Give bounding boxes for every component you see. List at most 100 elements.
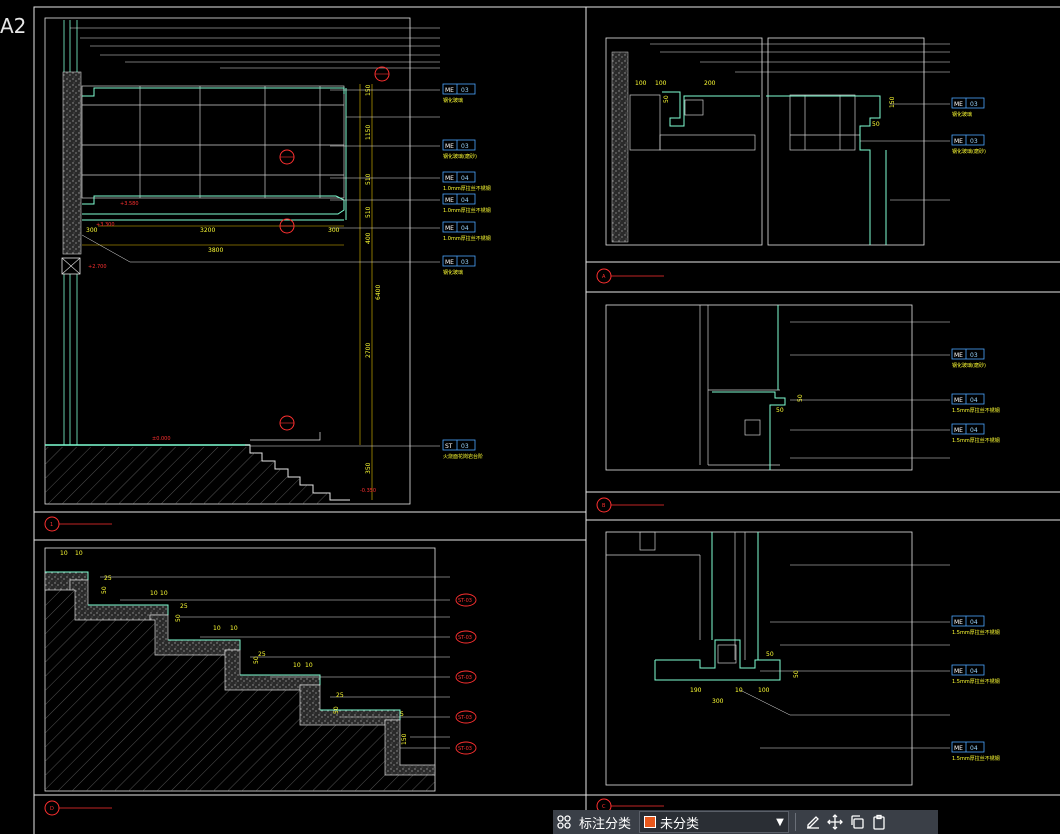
- dimension-label: 150: [401, 733, 408, 745]
- dimension-label: 10: [293, 662, 301, 669]
- material-tag-code: ME: [954, 138, 963, 145]
- edit-icon[interactable]: [802, 811, 824, 833]
- dimension-label: 25: [336, 692, 344, 699]
- clipboard-icon[interactable]: [868, 811, 890, 833]
- stair-material-tag[interactable]: ST-03: [455, 741, 477, 755]
- dimension-label: 3200: [200, 227, 215, 234]
- dimension-label: 100: [635, 80, 647, 87]
- material-tag-code: ME: [954, 668, 963, 675]
- material-tag[interactable]: ME 04 1.0mm厚拉丝不锈钢: [442, 171, 491, 192]
- material-tag-description: 1.5mm厚拉丝不锈钢: [952, 755, 1000, 762]
- layers-grid-icon[interactable]: [553, 811, 575, 833]
- material-tag[interactable]: ST 03 火烧面花岗岩台阶: [442, 439, 483, 460]
- dimension-label: 510: [365, 173, 372, 185]
- material-tag[interactable]: ME 04 1.0mm厚拉丝不锈钢: [442, 193, 491, 214]
- cad-drawing-canvas[interactable]: 1DABC ME 03钢化玻璃ME 03钢化玻璃(磨砂)ME 041.0mm厚拉丝不锈…: [0, 0, 1060, 834]
- material-tag[interactable]: ME 04 1.5mm厚拉丝不锈钢: [951, 423, 1000, 444]
- dimension-label: 50: [253, 656, 260, 664]
- move-icon[interactable]: [824, 811, 846, 833]
- material-tag-description: 1.0mm厚拉丝不锈钢: [443, 185, 491, 192]
- material-tag-number: 04: [461, 225, 469, 232]
- material-tag[interactable]: ME 04 1.0mm厚拉丝不锈钢: [442, 221, 491, 242]
- chevron-down-icon: ▼: [776, 816, 784, 828]
- level-marker: -0.350: [360, 488, 376, 494]
- material-tag[interactable]: ME 03 钢化玻璃(磨砂): [951, 134, 986, 155]
- section-marker-detail_a: A: [596, 268, 664, 284]
- dimension-label: 50: [101, 586, 108, 594]
- material-tag-code: ME: [445, 197, 454, 204]
- category-label: 标注分类: [579, 816, 632, 832]
- dimension-label: 50: [333, 706, 340, 714]
- dimension-label: 510: [365, 206, 372, 218]
- material-tag-number: 04: [461, 175, 469, 182]
- material-tag-number: 04: [970, 619, 978, 626]
- copy-icon[interactable]: [846, 811, 868, 833]
- dimension-label: 50: [797, 394, 804, 402]
- stair-tag-label: ST-03: [458, 746, 472, 752]
- section-marker-number: 1: [50, 522, 53, 528]
- detail-b-view: [605, 304, 950, 471]
- material-tags: ME 03 钢化玻璃 ME 03 钢化玻璃(磨砂) ME 04 1.0mm厚拉丝不锈钢 ME 04 1…: [442, 83, 1000, 762]
- material-tag-description: 火烧面花岗岩台阶: [443, 453, 483, 460]
- material-tag-code: ME: [445, 259, 454, 266]
- material-tag-code: ME: [954, 101, 963, 108]
- level-marker: +3.580: [120, 201, 139, 207]
- material-tag[interactable]: ME 04 1.5mm厚拉丝不锈钢: [951, 393, 1000, 414]
- material-tag[interactable]: ME 04 1.5mm厚拉丝不锈钢: [951, 615, 1000, 636]
- dimension-label: 400: [365, 232, 372, 244]
- stair-material-tag[interactable]: ST-03: [455, 630, 477, 644]
- section-marker-stair_detail: D: [44, 800, 112, 816]
- stair-tag-label: ST-03: [458, 715, 472, 721]
- dimension-label: 25: [104, 575, 112, 582]
- section-marker-number: A: [602, 274, 606, 280]
- material-tag-number: 04: [970, 745, 978, 752]
- category-select-value: 未分类: [660, 816, 700, 832]
- dimension-label: 50: [872, 121, 880, 128]
- dimension-label: 200: [704, 80, 716, 87]
- material-tag-number: 03: [970, 352, 978, 359]
- material-tag[interactable]: ME 04 1.5mm厚拉丝不锈钢: [951, 664, 1000, 685]
- material-tag-number: 03: [461, 143, 469, 150]
- dimension-label: 300: [712, 698, 724, 705]
- dimension-label: 10: [160, 590, 168, 597]
- material-tag-number: 03: [461, 87, 469, 94]
- section-marker-main_section: 1: [44, 516, 112, 532]
- material-tag[interactable]: ME 03 钢化玻璃(磨砂): [442, 139, 477, 160]
- material-tag[interactable]: ME 03 钢化玻璃: [442, 255, 476, 276]
- material-tag-code: ME: [445, 143, 454, 150]
- stair-material-tag[interactable]: ST-03: [455, 593, 477, 607]
- material-tag-description: 钢化玻璃: [952, 111, 972, 118]
- category-color-swatch: [644, 816, 657, 828]
- material-tag-description: 1.5mm厚拉丝不锈钢: [952, 678, 1000, 685]
- dimension-label: 1150: [365, 125, 372, 140]
- material-tag[interactable]: ME 03 钢化玻璃: [442, 83, 476, 104]
- section-marker-number: D: [50, 806, 54, 812]
- material-tag-code: ME: [954, 397, 963, 404]
- dimension-label: 10: [75, 550, 83, 557]
- annotation-toolbar: 标注分类 未分类 ▼: [553, 810, 938, 834]
- section-marker-number: B: [602, 503, 606, 509]
- stair-material-tag[interactable]: ST-03: [455, 670, 477, 684]
- material-tag[interactable]: ME 04 1.5mm厚拉丝不锈钢: [951, 741, 1000, 762]
- material-tag-description: 钢化玻璃: [443, 97, 463, 104]
- material-tag-description: 1.5mm厚拉丝不锈钢: [952, 629, 1000, 636]
- dimension-label: 300: [86, 227, 98, 234]
- stair-detail-view: [44, 547, 450, 792]
- dimension-label: 10: [230, 625, 238, 632]
- dimension-label: 50: [776, 407, 784, 414]
- material-tag[interactable]: ME 03 钢化玻璃(磨砂): [951, 348, 986, 369]
- dimension-label: 50: [663, 95, 670, 103]
- material-tag-description: 1.0mm厚拉丝不锈钢: [443, 235, 491, 242]
- material-tag[interactable]: ME 03 钢化玻璃: [951, 97, 985, 118]
- dimension-label: 10: [150, 590, 158, 597]
- material-tag-number: 03: [970, 101, 978, 108]
- category-select[interactable]: 未分类 ▼: [639, 811, 790, 833]
- dimension-label: 10: [213, 625, 221, 632]
- dimension-label: 2700: [365, 343, 372, 358]
- stair-material-tag[interactable]: ST-03: [455, 710, 477, 724]
- dimension-label: 300: [328, 227, 340, 234]
- dimension-label: 100: [758, 687, 770, 694]
- material-tag-number: 04: [461, 197, 469, 204]
- dimension-label: 25: [180, 603, 188, 610]
- material-tag-number: 03: [970, 138, 978, 145]
